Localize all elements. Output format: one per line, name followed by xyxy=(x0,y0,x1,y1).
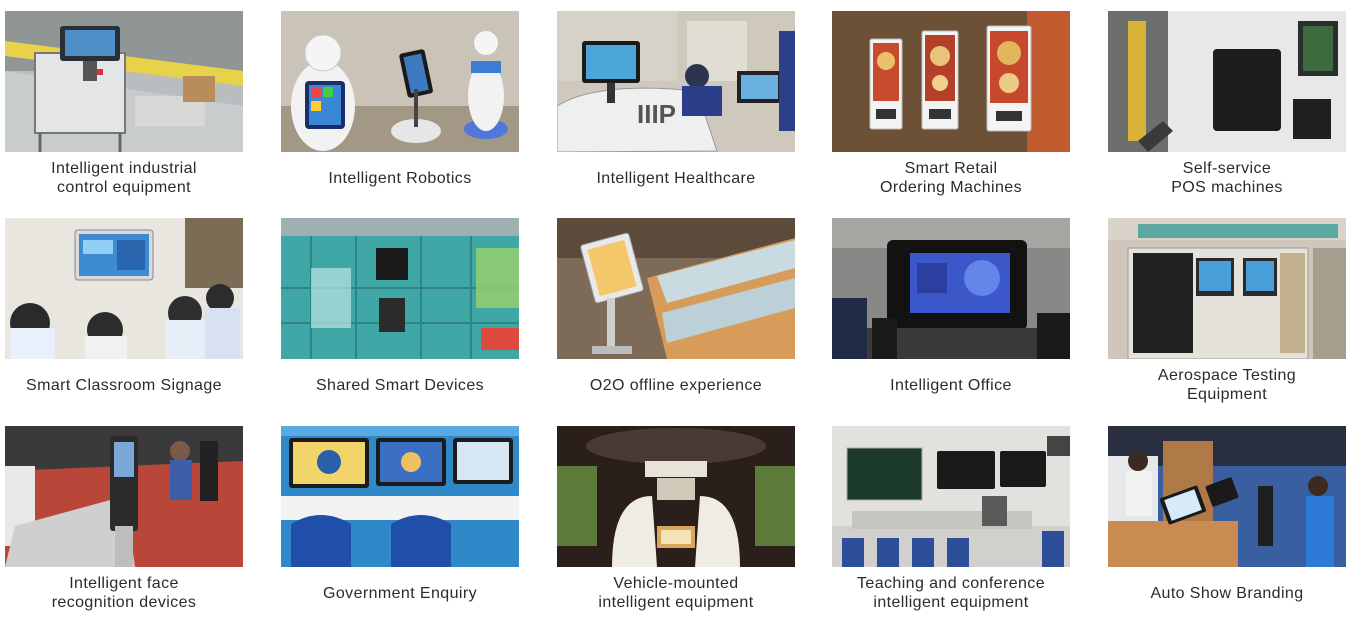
svg-text:IIIP: IIIP xyxy=(637,99,676,129)
tile-caption: Intelligent Office xyxy=(824,359,1078,411)
government-desk-screens-photo xyxy=(281,426,519,567)
caption-line: Aerospace Testing xyxy=(1157,367,1297,384)
tile-caption: Intelligent industrial control equipment xyxy=(0,152,251,204)
caption-line: Smart Retail xyxy=(904,160,998,177)
tile-caption: Self-service POS machines xyxy=(1100,152,1352,204)
caption-line: Intelligent face xyxy=(69,575,179,592)
application-tile[interactable]: Smart Classroom Signage xyxy=(5,218,243,413)
self-service-pos-photo xyxy=(1108,11,1346,152)
caption-line: Intelligent Robotics xyxy=(328,169,472,187)
vehicle-interior-screens-photo xyxy=(557,426,795,567)
caption-line: control equipment xyxy=(57,179,191,196)
application-tile[interactable]: Teaching and conference intelligent equi… xyxy=(832,426,1070,621)
industrial-control-terminal-photo xyxy=(5,11,243,152)
caption-line: Equipment xyxy=(1186,386,1268,403)
application-tile[interactable]: Intelligent Office xyxy=(832,218,1070,413)
application-tile[interactable]: Government Enquiry xyxy=(281,426,519,621)
caption-line: Shared Smart Devices xyxy=(315,376,485,394)
tile-caption: Smart Retail Ordering Machines xyxy=(824,152,1078,204)
caption-line: Self-service xyxy=(1182,160,1272,177)
caption-line: Intelligent Office xyxy=(890,376,1012,394)
caption-line: O2O offline experience xyxy=(589,376,763,394)
tile-caption: O2O offline experience xyxy=(549,359,803,411)
tile-caption: Intelligent face recognition devices xyxy=(0,567,251,619)
application-tile[interactable]: Intelligent face recognition devices xyxy=(5,426,243,621)
caption-line: intelligent equipment xyxy=(598,594,754,611)
test-rack-photo xyxy=(1108,218,1346,359)
application-tile[interactable]: O2O offline experience xyxy=(557,218,795,413)
tile-caption: Intelligent Robotics xyxy=(273,152,527,204)
caption-line: Smart Classroom Signage xyxy=(26,376,222,394)
caption-line: POS machines xyxy=(1171,179,1283,196)
tile-caption: Intelligent Healthcare xyxy=(549,152,803,204)
caption-line: Ordering Machines xyxy=(880,179,1022,196)
caption-line: Auto Show Branding xyxy=(1150,584,1304,602)
caption-line: recognition devices xyxy=(51,594,197,611)
tile-caption: Shared Smart Devices xyxy=(273,359,527,411)
application-tile[interactable]: IIIP Intelligent Healthcare xyxy=(557,11,795,206)
tile-caption: Smart Classroom Signage xyxy=(0,359,251,411)
caption-line: Vehicle-mounted xyxy=(613,575,739,592)
tile-caption: Auto Show Branding xyxy=(1100,567,1352,619)
caption-line: intelligent equipment xyxy=(873,594,1029,611)
auto-show-kiosk-photo xyxy=(1108,426,1346,567)
tile-caption: Vehicle-mounted intelligent equipment xyxy=(549,567,803,619)
tile-caption: Teaching and conference intelligent equi… xyxy=(824,567,1078,619)
application-tile[interactable]: Smart Retail Ordering Machines xyxy=(832,11,1070,206)
meeting-room-display-photo xyxy=(832,218,1070,359)
caption-line: Intelligent industrial xyxy=(51,160,197,177)
hospital-kiosk-photo: IIIP xyxy=(557,11,795,152)
tile-caption: Government Enquiry xyxy=(273,567,527,619)
application-tile[interactable]: Aerospace Testing Equipment xyxy=(1108,218,1346,413)
store-kiosk-photo xyxy=(557,218,795,359)
application-tile[interactable]: Intelligent Robotics xyxy=(281,11,519,206)
caption-line: Government Enquiry xyxy=(323,584,477,602)
classroom-signage-photo xyxy=(5,218,243,359)
face-recognition-gate-photo xyxy=(5,426,243,567)
caption-line: Intelligent Healthcare xyxy=(596,169,756,187)
application-tile[interactable]: Vehicle-mounted intelligent equipment xyxy=(557,426,795,621)
application-tile[interactable]: Auto Show Branding xyxy=(1108,426,1346,621)
application-tile[interactable]: Intelligent industrial control equipment xyxy=(5,11,243,206)
service-robots-photo xyxy=(281,11,519,152)
conference-room-screens-photo xyxy=(832,426,1070,567)
application-tile[interactable]: Self-service POS machines xyxy=(1108,11,1346,206)
tile-caption: Aerospace Testing Equipment xyxy=(1100,359,1352,411)
caption-line: Teaching and conference xyxy=(857,575,1045,592)
ordering-kiosks-photo xyxy=(832,11,1070,152)
application-tile[interactable]: Shared Smart Devices xyxy=(281,218,519,413)
shared-lockers-photo xyxy=(281,218,519,359)
application-showcase-grid: Intelligent industrial control equipment xyxy=(0,0,1352,619)
